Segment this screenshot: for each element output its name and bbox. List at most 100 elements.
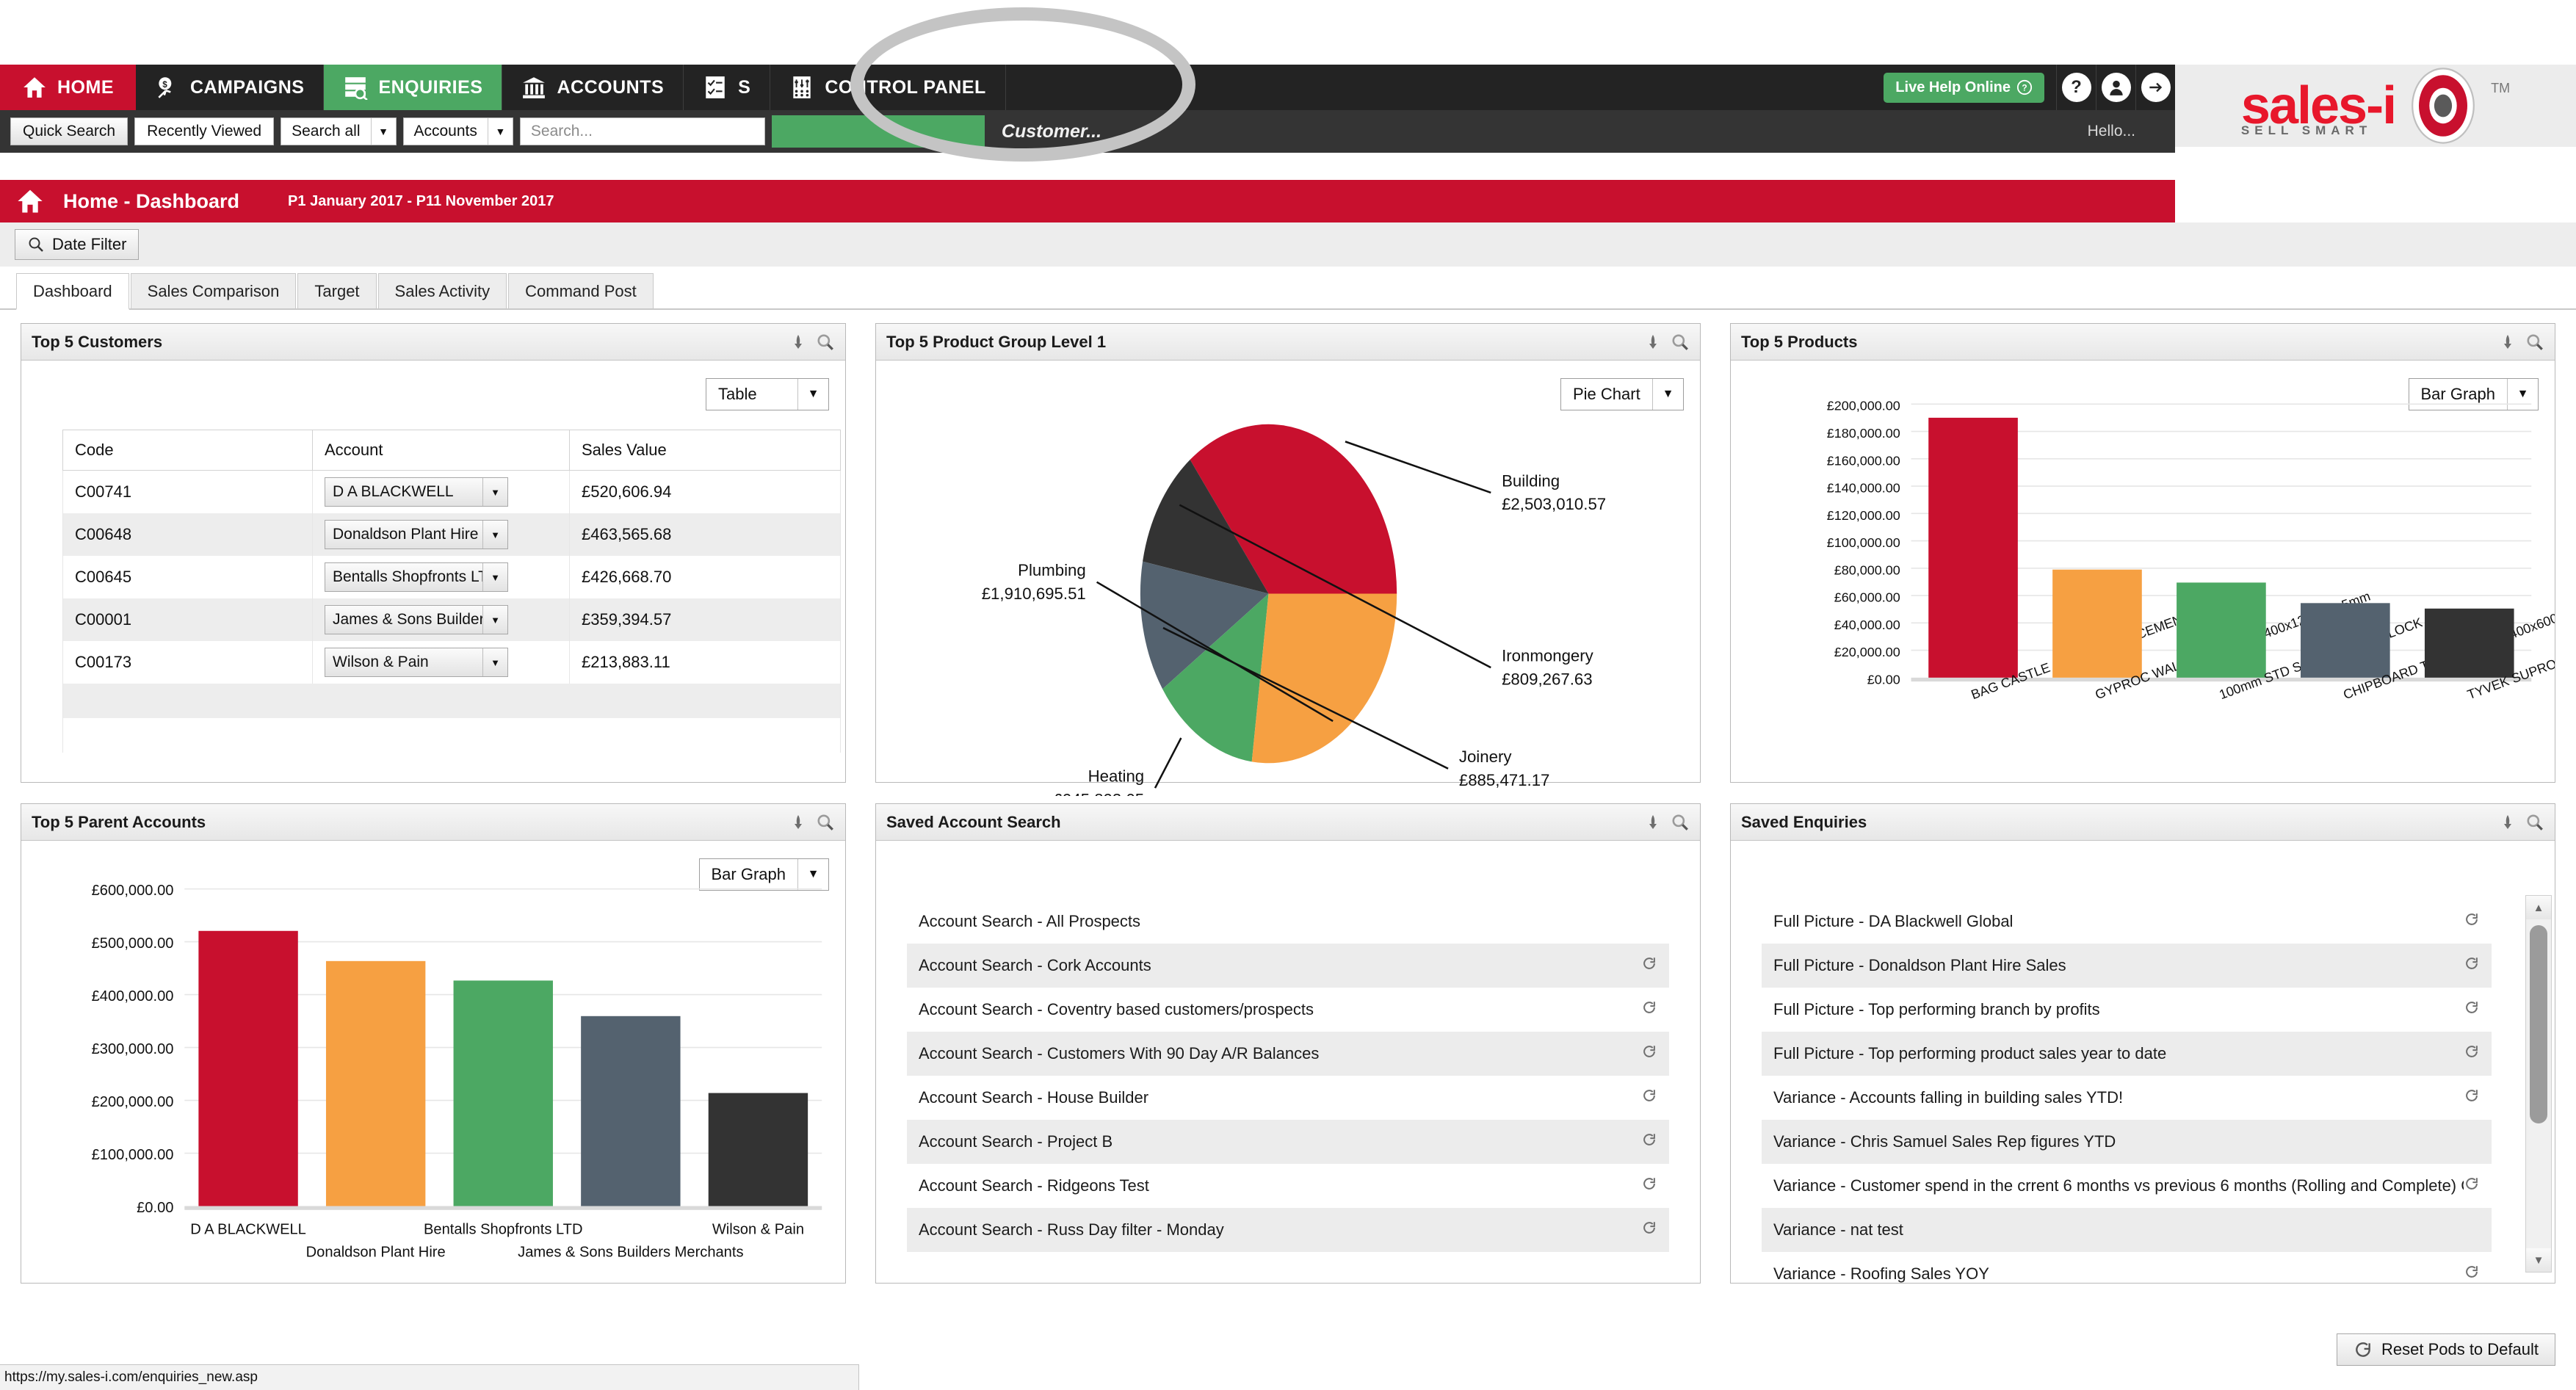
collapse-arrow-icon[interactable] bbox=[789, 813, 807, 832]
logout-button[interactable] bbox=[2135, 65, 2175, 110]
search-input[interactable]: Search... bbox=[519, 117, 765, 145]
list-item[interactable]: Full Picture - Top performing branch by … bbox=[1762, 988, 2492, 1032]
bar[interactable] bbox=[708, 1093, 808, 1206]
refresh-icon[interactable] bbox=[1641, 1132, 1657, 1152]
quick-search-button[interactable]: Quick Search bbox=[10, 117, 129, 145]
refresh-icon[interactable] bbox=[1641, 1176, 1657, 1196]
account-select[interactable]: Bentalls Shopfronts LTD ▼ bbox=[325, 562, 508, 592]
list-item[interactable]: Full Picture - DA Blackwell Global bbox=[1762, 899, 2492, 944]
tab-dashboard[interactable]: Dashboard bbox=[16, 273, 129, 310]
tab-command-post[interactable]: Command Post bbox=[508, 273, 654, 308]
search-entity-select[interactable]: Accounts ▼ bbox=[402, 117, 513, 145]
table-row[interactable]: C00173 Wilson & Pain ▼ £213,883.11 bbox=[62, 641, 841, 684]
reset-pods-button[interactable]: Reset Pods to Default bbox=[2336, 1333, 2555, 1366]
list-item[interactable]: Account Search - Project B bbox=[907, 1120, 1669, 1164]
tab-sales-activity[interactable]: Sales Activity bbox=[377, 273, 507, 308]
account-select[interactable]: Donaldson Plant Hire ▼ bbox=[325, 520, 508, 549]
table-row[interactable]: C00648 Donaldson Plant Hire ▼ £463,565.6… bbox=[62, 513, 841, 556]
table-row[interactable]: C00001 James & Sons Builders... ▼ £359,3… bbox=[62, 598, 841, 641]
cell-account: Donaldson Plant Hire ▼ bbox=[312, 513, 570, 556]
list-item[interactable]: Account Search - Customers With 90 Day A… bbox=[907, 1032, 1669, 1076]
list-item[interactable]: Variance - Accounts falling in building … bbox=[1762, 1076, 2492, 1120]
table-row[interactable]: C00741 D A BLACKWELL ▼ £520,606.94 bbox=[62, 470, 841, 513]
magnifier-icon[interactable] bbox=[816, 813, 835, 832]
pod-body: Full Picture - DA Blackwell Global Full P… bbox=[1731, 841, 2555, 1283]
brand-logo: sales-i SELL SMART TM bbox=[2175, 65, 2576, 147]
tab-sales-comparison[interactable]: Sales Comparison bbox=[130, 273, 297, 308]
magnifier-icon[interactable] bbox=[2525, 333, 2544, 352]
collapse-arrow-icon[interactable] bbox=[1644, 813, 1662, 832]
collapse-arrow-icon[interactable] bbox=[2499, 333, 2517, 352]
list-item[interactable]: Account Search - All Prospects bbox=[907, 899, 1669, 944]
refresh-icon[interactable] bbox=[2464, 911, 2480, 932]
scrollbar-thumb[interactable] bbox=[2530, 925, 2547, 1123]
list-item[interactable]: Variance - Roofing Sales YOY bbox=[1762, 1252, 2492, 1296]
list-item[interactable]: Account Search - Cork Accounts bbox=[907, 944, 1669, 988]
nav-item-control-panel[interactable]: CONTROL PANEL bbox=[770, 65, 1006, 110]
list-item[interactable]: Full Picture - Donaldson Plant Hire Sale… bbox=[1762, 944, 2492, 988]
list-item[interactable]: Full Picture - Top performing product sa… bbox=[1762, 1032, 2492, 1076]
bar[interactable] bbox=[581, 1016, 681, 1206]
refresh-icon[interactable] bbox=[1641, 1087, 1657, 1108]
bar[interactable] bbox=[453, 980, 553, 1206]
nav-item-targets[interactable]: S bbox=[684, 65, 771, 110]
refresh-icon[interactable] bbox=[1641, 955, 1657, 976]
recently-viewed-button[interactable]: Recently Viewed bbox=[134, 117, 275, 145]
list-item[interactable]: Variance - Customer spend in the crrent … bbox=[1762, 1164, 2492, 1208]
refresh-icon[interactable] bbox=[1641, 999, 1657, 1020]
live-help-button[interactable]: Live Help Online ? bbox=[1884, 72, 2044, 103]
tab-target[interactable]: Target bbox=[297, 273, 377, 308]
magnifier-icon[interactable] bbox=[1671, 813, 1690, 832]
help-button[interactable]: ? bbox=[2056, 65, 2096, 110]
scroll-down-icon[interactable]: ▼ bbox=[2526, 1248, 2551, 1272]
bar[interactable] bbox=[2177, 582, 2266, 678]
refresh-icon[interactable] bbox=[2464, 1043, 2480, 1064]
list-item[interactable]: Account Search - Ridgeons Test bbox=[907, 1164, 1669, 1208]
collapse-arrow-icon[interactable] bbox=[789, 333, 807, 352]
search-scope-select[interactable]: Search all ▼ bbox=[281, 117, 397, 145]
bar[interactable] bbox=[325, 960, 426, 1206]
bar[interactable] bbox=[2052, 569, 2142, 678]
magnifier-icon[interactable] bbox=[1671, 333, 1690, 352]
list-item-label: Full Picture - Donaldson Plant Hire Sale… bbox=[1773, 956, 2066, 974]
list-item[interactable]: Account Search - House Builder bbox=[907, 1076, 1669, 1120]
account-select[interactable]: Wilson & Pain ▼ bbox=[325, 648, 508, 677]
saved-enquiries-scrollbar[interactable]: ▲ ▼ bbox=[2525, 895, 2552, 1273]
bar[interactable] bbox=[2301, 603, 2390, 678]
user-account-button[interactable] bbox=[2096, 65, 2135, 110]
pod-body: Table ▼ Code Account Sales Value C00741 bbox=[21, 361, 845, 782]
refresh-icon[interactable] bbox=[1641, 1220, 1657, 1240]
magnifier-icon[interactable] bbox=[2525, 813, 2544, 832]
refresh-icon[interactable] bbox=[2464, 955, 2480, 976]
chevron-down-icon: ▼ bbox=[482, 478, 507, 506]
refresh-icon[interactable] bbox=[2464, 999, 2480, 1020]
refresh-icon[interactable] bbox=[1641, 1043, 1657, 1064]
date-filter-button[interactable]: Date Filter bbox=[15, 229, 140, 260]
nav-item-campaigns[interactable]: $ CAMPAIGNS bbox=[136, 65, 325, 110]
magnifier-icon[interactable] bbox=[816, 333, 835, 352]
list-item[interactable]: Account Search - Russ Day filter - Monda… bbox=[907, 1208, 1669, 1252]
collapse-arrow-icon[interactable] bbox=[2499, 813, 2517, 832]
collapse-arrow-icon[interactable] bbox=[1644, 333, 1662, 352]
nav-label-accounts: ACCOUNTS bbox=[557, 76, 665, 98]
refresh-icon[interactable] bbox=[2464, 1176, 2480, 1196]
list-item[interactable]: Account Search - Coventry based customer… bbox=[907, 988, 1669, 1032]
bar[interactable] bbox=[2424, 608, 2514, 678]
axis-tick-label: £140,000.00 bbox=[1827, 481, 1900, 496]
nav-item-enquiries[interactable]: ENQUIRIES bbox=[324, 65, 503, 110]
search-submit-button[interactable] bbox=[771, 115, 985, 148]
list-item[interactable]: Variance - nat test bbox=[1762, 1208, 2492, 1252]
scroll-up-icon[interactable]: ▲ bbox=[2526, 896, 2551, 919]
nav-item-accounts[interactable]: ACCOUNTS bbox=[502, 65, 684, 110]
table-row[interactable]: C00645 Bentalls Shopfronts LTD ▼ £426,66… bbox=[62, 556, 841, 598]
list-item[interactable]: Variance - Chris Samuel Sales Rep figure… bbox=[1762, 1120, 2492, 1164]
nav-item-home[interactable]: HOME bbox=[0, 65, 136, 110]
view-type-select[interactable]: Table ▼ bbox=[706, 378, 829, 410]
pie-slice-value: £2,503,010.57 bbox=[1502, 495, 1606, 513]
account-select[interactable]: D A BLACKWELL ▼ bbox=[325, 477, 508, 507]
bar[interactable] bbox=[198, 930, 298, 1206]
refresh-icon[interactable] bbox=[2464, 1087, 2480, 1108]
bar[interactable] bbox=[1928, 417, 2018, 678]
account-select[interactable]: James & Sons Builders... ▼ bbox=[325, 605, 508, 634]
refresh-icon[interactable] bbox=[2464, 1264, 2480, 1284]
